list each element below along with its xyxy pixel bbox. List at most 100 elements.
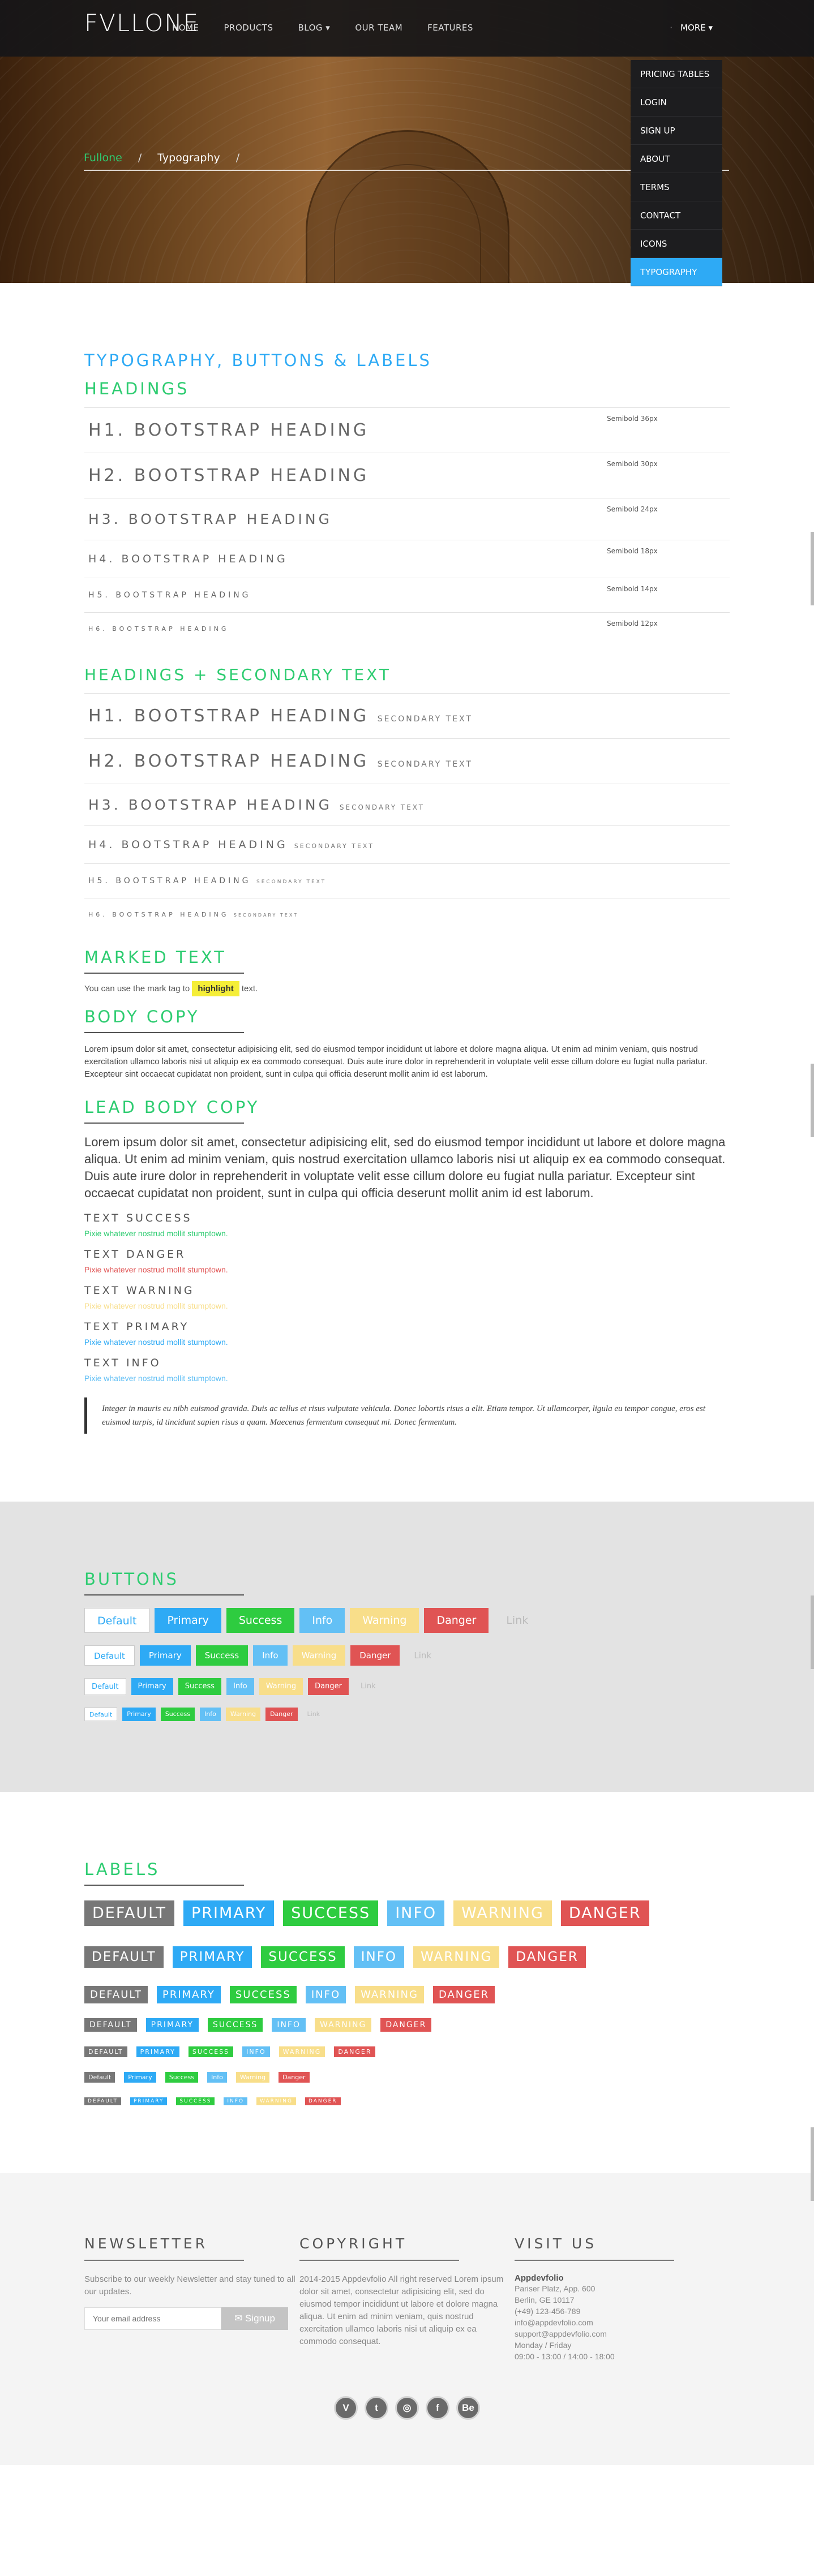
email-link[interactable]: info@appdevfolio.com [515,2317,730,2328]
info-label: INFO [387,1900,445,1926]
danger-label: DANGER [432,1986,495,2003]
title-underline [84,1123,244,1124]
hours-line: 09:00 - 13:00 / 14:00 - 18:00 [515,2352,615,2361]
nav-item-our-team[interactable]: OUR TEAM [355,23,402,33]
dropdown-item-sign-up[interactable]: SIGN UP [631,117,722,145]
warning-button[interactable]: Warning [225,1708,261,1721]
more-dropdown-menu: PRICING TABLES LOGIN SIGN UP ABOUT TERMS… [631,60,722,286]
text-success-label: TEXT SUCCESS [84,1212,192,1224]
more-menu-toggle[interactable]: · MORE ▾ [670,23,713,33]
warning-button[interactable]: Warning [259,1678,303,1695]
default-button[interactable]: Default [84,1608,150,1633]
danger-button[interactable]: Danger [265,1708,298,1721]
heading-meta: Semibold 24px [607,505,658,513]
success-label: SUCCESS [176,2097,215,2105]
title-underline [84,1594,244,1596]
secondary-headings-title: HEADINGS + SECONDARY TEXT [84,665,391,684]
text-success-sample: Pixie whatever nostrud mollit stumptown. [84,1229,228,1238]
default-button[interactable]: Default [84,1645,135,1666]
behance-icon[interactable]: Be [456,2396,480,2420]
danger-button[interactable]: Danger [350,1645,400,1666]
scrollbar-thumb[interactable] [811,2127,814,2201]
info-button[interactable]: Info [226,1678,254,1695]
title-underline [515,2260,674,2261]
default-label: Default [84,2072,115,2083]
dropdown-item-about[interactable]: ABOUT [631,145,722,173]
twitter-icon[interactable]: t [365,2396,388,2420]
success-button[interactable]: Success [178,1678,222,1695]
scrollbar-thumb[interactable] [811,532,814,605]
heading-text: H3. BOOTSTRAP HEADING [88,797,332,813]
success-button[interactable]: Success [195,1645,249,1666]
link-button[interactable]: Link [494,1608,541,1633]
facebook-icon[interactable]: f [426,2396,449,2420]
info-button[interactable]: Info [299,1608,345,1633]
heading-text: H2. BOOTSTRAP HEADING [88,466,370,485]
info-button[interactable]: Info [253,1645,288,1666]
buttons-row-xsmall: Default Primary Success Info Warning Dan… [84,1708,730,1721]
copyright-title: COPYRIGHT [299,2235,408,2252]
primary-button[interactable]: Primary [122,1708,156,1721]
nav-item-blog[interactable]: BLOG ▾ [298,23,330,33]
danger-label: DANGER [380,2018,432,2032]
title-underline [299,2260,459,2261]
secondary-headings-list: H1. BOOTSTRAP HEADING SECONDARY TEXT H2.… [84,693,730,931]
danger-button[interactable]: Danger [424,1608,489,1633]
link-button[interactable]: Link [303,1708,325,1721]
scrollbar-thumb[interactable] [811,1064,814,1137]
default-button[interactable]: Default [84,1708,118,1721]
link-button[interactable]: Link [405,1645,440,1666]
danger-button[interactable]: Danger [308,1678,349,1695]
newsletter-text: Subscribe to our weekly Newsletter and s… [84,2274,295,2297]
dropdown-item-contact[interactable]: CONTACT [631,201,722,230]
body-copy-title: BODY COPY [84,1007,200,1026]
warning-button[interactable]: Warning [350,1608,419,1633]
danger-label: DANGER [305,2097,341,2105]
vimeo-icon[interactable]: V [334,2396,358,2420]
dropdown-item-terms[interactable]: TERMS [631,173,722,201]
email-link[interactable]: support@appdevfolio.com [515,2328,730,2340]
heading-text: H6. BOOTSTRAP HEADING [88,911,229,918]
danger-label: Danger [279,2072,310,2083]
primary-button[interactable]: Primary [131,1678,173,1695]
link-button[interactable]: Link [354,1678,383,1695]
labels-row-5: DEFAULT PRIMARY SUCCESS INFO WARNING DAN… [84,2046,730,2057]
warning-button[interactable]: Warning [292,1645,346,1666]
dropdown-item-icons[interactable]: ICONS [631,230,722,258]
info-label: INFO [305,1986,346,2003]
nav-item-products[interactable]: PRODUCTS [224,23,273,33]
site-footer: NEWSLETTER Subscribe to our weekly Newsl… [0,2173,814,2465]
copyright-column: COPYRIGHT 2014-2015 Appdevfolio All righ… [299,2235,515,2362]
heading-text: H1. BOOTSTRAP HEADING [88,420,370,440]
success-button[interactable]: Success [160,1708,195,1721]
newsletter-title: NEWSLETTER [84,2235,208,2252]
nav-item-features[interactable]: FEATURES [427,23,473,33]
dropdown-item-typography[interactable]: TYPOGRAPHY [631,258,722,286]
success-label: SUCCESS [261,1946,345,1968]
scrollbar-thumb[interactable] [811,1596,814,1669]
nav-item-home[interactable]: HOME [172,23,199,33]
heading-h5-sample: H5. BOOTSTRAP HEADING Semibold 14px [84,578,730,612]
instagram-icon[interactable]: ◎ [395,2396,419,2420]
social-links: V t ◎ f Be [0,2396,814,2420]
signup-button[interactable]: ✉ Signup [221,2307,288,2330]
lead-copy-title: LEAD BODY COPY [84,1098,260,1117]
success-button[interactable]: Success [226,1608,295,1633]
dropdown-item-pricing-tables[interactable]: PRICING TABLES [631,60,722,88]
secondary-h3-sample: H3. BOOTSTRAP HEADING SECONDARY TEXT [84,784,730,825]
email-field[interactable] [84,2307,221,2330]
primary-button[interactable]: Primary [139,1645,191,1666]
default-label: DEFAULT [84,2097,121,2105]
dropdown-item-login[interactable]: LOGIN [631,88,722,117]
more-label: MORE ▾ [680,23,713,33]
secondary-h5-sample: H5. BOOTSTRAP HEADING SECONDARY TEXT [84,863,730,898]
heading-text: H4. BOOTSTRAP HEADING [88,838,288,851]
breadcrumb-home-link[interactable]: Fullone [84,152,122,164]
default-button[interactable]: Default [84,1678,126,1695]
labels-row-3: DEFAULT PRIMARY SUCCESS INFO WARNING DAN… [84,1986,730,2003]
address-line: Pariser Platz, App. 600 [515,2284,595,2293]
info-button[interactable]: Info [200,1708,221,1721]
headings-title: HEADINGS [84,379,190,398]
primary-label: PRIMARY [156,1986,221,2003]
primary-button[interactable]: Primary [155,1608,221,1633]
